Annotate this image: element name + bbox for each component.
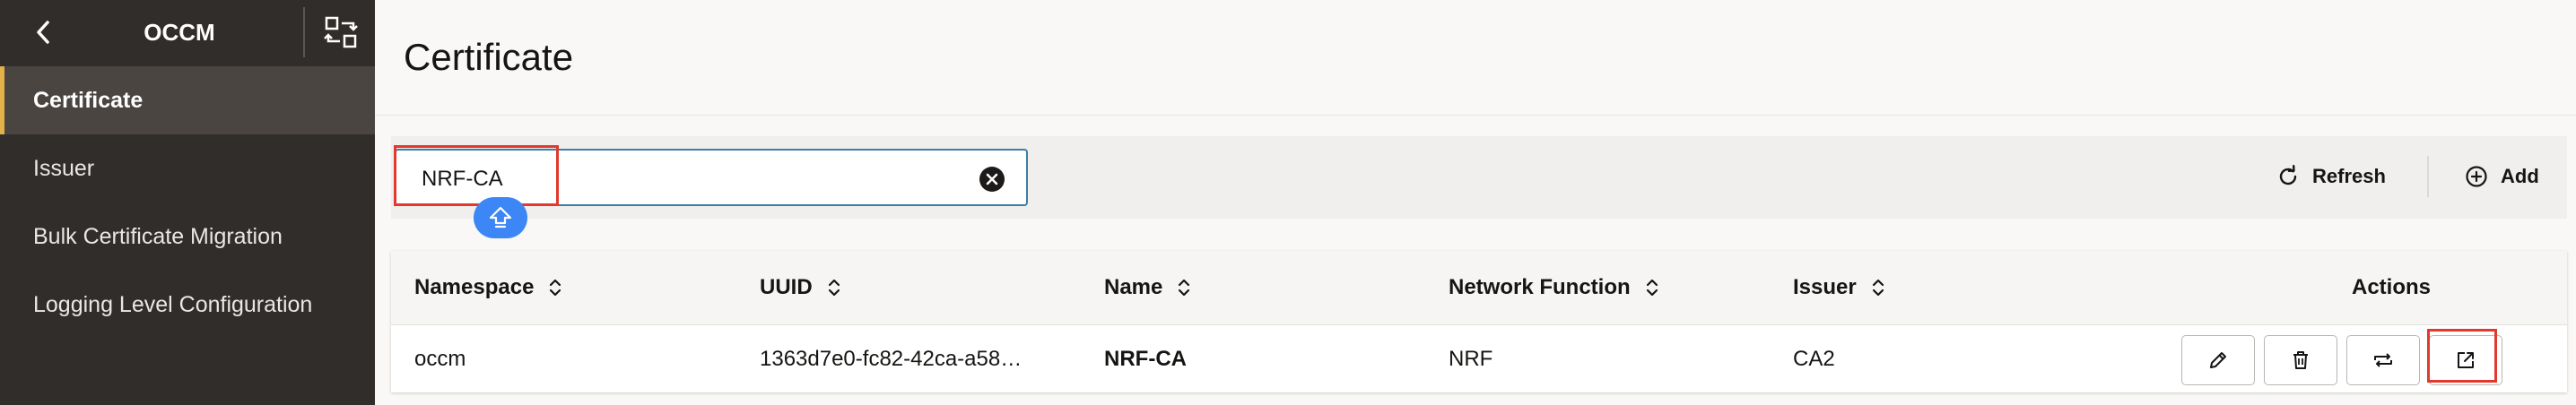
column-label: Namespace — [414, 275, 535, 299]
add-label: Add — [2501, 165, 2539, 187]
cursor-indicator — [474, 197, 527, 238]
cell-issuer: CA2 — [1793, 346, 1835, 371]
sort-icon[interactable] — [548, 278, 562, 297]
toolbar: Refresh Add — [391, 136, 2567, 219]
shift-arrow-icon — [489, 206, 512, 228]
action-highlight-box — [2427, 329, 2497, 383]
column-label: Issuer — [1793, 275, 1857, 299]
certificate-table: Namespace UUID Name Network Function Iss… — [391, 251, 2567, 392]
switch-view-icon — [324, 16, 358, 48]
sidebar-header: OCCM — [0, 0, 375, 65]
refresh-button[interactable]: Refresh — [2276, 156, 2386, 197]
switch-view-button[interactable] — [316, 13, 366, 52]
search-highlight-box — [394, 145, 559, 206]
back-button[interactable] — [25, 14, 61, 50]
sidebar-title: OCCM — [144, 18, 215, 46]
column-header-name[interactable]: Name — [1104, 251, 1191, 324]
sidebar-nav: Certificate Issuer Bulk Certificate Migr… — [0, 66, 375, 339]
add-button[interactable]: Add — [2465, 156, 2539, 197]
sidebar-item-issuer[interactable]: Issuer — [0, 134, 375, 202]
edit-icon — [2210, 352, 2226, 368]
edit-button[interactable] — [2181, 335, 2255, 385]
cell-namespace: occm — [414, 346, 466, 371]
sidebar-item-certificate[interactable]: Certificate — [0, 66, 375, 134]
chevron-left-icon — [37, 21, 49, 44]
sort-icon[interactable] — [827, 278, 841, 297]
renew-button[interactable] — [2346, 335, 2420, 385]
delete-icon — [2293, 351, 2308, 369]
column-header-network-function[interactable]: Network Function — [1449, 251, 1659, 324]
column-header-uuid[interactable]: UUID — [760, 251, 841, 324]
table-header: Namespace UUID Name Network Function Iss… — [391, 251, 2567, 325]
sort-icon[interactable] — [1177, 278, 1191, 297]
delete-button[interactable] — [2264, 335, 2337, 385]
page-title: Certificate — [404, 36, 574, 78]
sort-icon[interactable] — [1645, 278, 1659, 297]
cell-network-function: NRF — [1449, 346, 1493, 371]
sort-icon[interactable] — [1871, 278, 1885, 297]
column-label: Actions — [2351, 275, 2431, 299]
sidebar-item-bulk-certificate-migration[interactable]: Bulk Certificate Migration — [0, 202, 375, 271]
toolbar-divider — [2427, 156, 2429, 197]
sidebar-header-divider — [303, 7, 305, 57]
column-header-issuer[interactable]: Issuer — [1793, 251, 1885, 324]
renew-icon — [2374, 353, 2392, 367]
table-row: occm 1363d7e0-fc82-42ca-a58… NRF-CA NRF … — [391, 325, 2567, 392]
refresh-icon — [2279, 165, 2297, 185]
cell-uuid: 1363d7e0-fc82-42ca-a58… — [760, 346, 1023, 371]
title-divider — [375, 115, 2576, 116]
clear-search-button[interactable] — [979, 167, 1005, 192]
column-label: UUID — [760, 275, 813, 299]
sidebar-item-logging-level-configuration[interactable]: Logging Level Configuration — [0, 271, 375, 339]
close-icon — [986, 173, 998, 185]
column-label: Network Function — [1449, 275, 1631, 299]
column-header-actions: Actions — [2302, 251, 2481, 324]
column-label: Name — [1104, 275, 1163, 299]
column-header-namespace[interactable]: Namespace — [414, 251, 562, 324]
sidebar: OCCM Certificate Issuer Bulk Certificate… — [0, 0, 375, 405]
refresh-label: Refresh — [2312, 165, 2386, 187]
add-circle-icon — [2466, 166, 2487, 187]
cell-name: NRF-CA — [1104, 346, 1187, 371]
